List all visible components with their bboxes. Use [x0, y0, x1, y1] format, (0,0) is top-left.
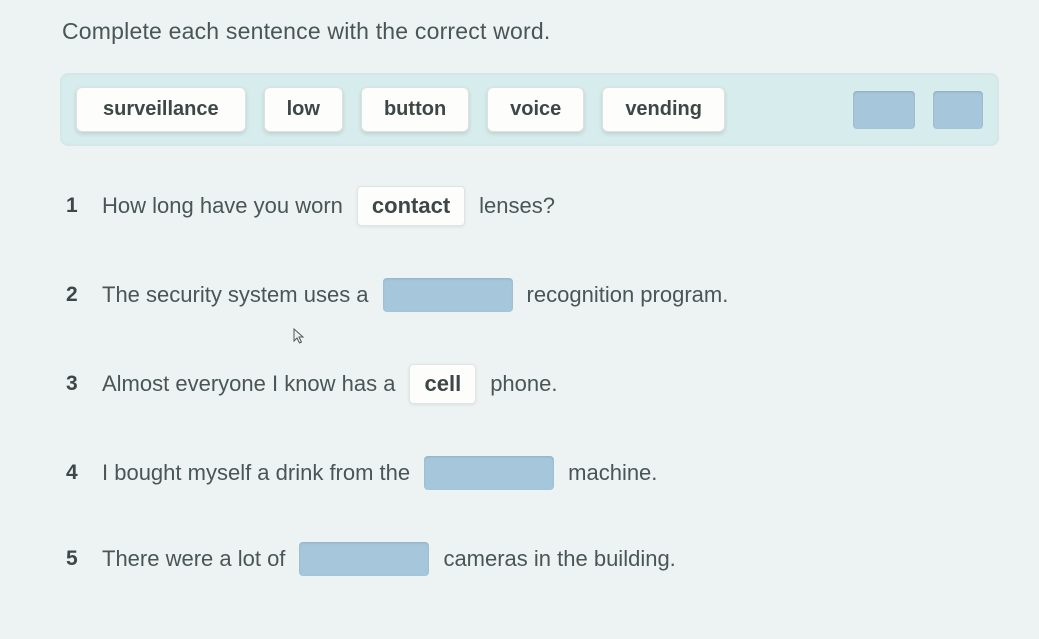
- question-number: 2: [66, 283, 88, 307]
- question-text-after: lenses?: [479, 193, 555, 219]
- answer-filled[interactable]: cell: [409, 364, 476, 404]
- question-text-after: machine.: [568, 460, 657, 486]
- question-list: 1 How long have you worn contact lenses?…: [60, 186, 999, 576]
- answer-blank-dropzone[interactable]: [299, 542, 429, 576]
- word-tile-low[interactable]: low: [264, 87, 343, 132]
- instruction-text: Complete each sentence with the correct …: [62, 18, 999, 45]
- question-number: 1: [66, 194, 88, 218]
- question-row: 3 Almost everyone I know has a cell phon…: [66, 364, 999, 404]
- word-tile-voice[interactable]: voice: [487, 87, 584, 132]
- question-text-after: recognition program.: [527, 282, 729, 308]
- question-text-before: How long have you worn: [102, 193, 343, 219]
- question-number: 4: [66, 461, 88, 485]
- word-tile-vending[interactable]: vending: [602, 87, 725, 132]
- exercise-page: Complete each sentence with the correct …: [0, 0, 1039, 576]
- question-text-after: phone.: [490, 371, 557, 397]
- question-text-before: The security system uses a: [102, 282, 369, 308]
- word-bank: surveillance low button voice vending: [60, 73, 999, 146]
- question-text-before: Almost everyone I know has a: [102, 371, 395, 397]
- word-tile-surveillance[interactable]: surveillance: [76, 87, 246, 132]
- question-text-before: I bought myself a drink from the: [102, 460, 410, 486]
- word-tile-button[interactable]: button: [361, 87, 469, 132]
- question-text-after: cameras in the building.: [443, 546, 675, 572]
- question-text-before: There were a lot of: [102, 546, 285, 572]
- word-bank-empty-slot[interactable]: [853, 91, 915, 129]
- answer-blank-dropzone[interactable]: [383, 278, 513, 312]
- answer-blank-dropzone[interactable]: [424, 456, 554, 490]
- question-row: 4 I bought myself a drink from the machi…: [66, 456, 999, 490]
- question-row: 2 The security system uses a recognition…: [66, 278, 999, 312]
- question-row: 5 There were a lot of cameras in the bui…: [66, 542, 999, 576]
- word-bank-empty-slot[interactable]: [933, 91, 983, 129]
- question-number: 5: [66, 547, 88, 571]
- question-number: 3: [66, 372, 88, 396]
- question-row: 1 How long have you worn contact lenses?: [66, 186, 999, 226]
- answer-filled[interactable]: contact: [357, 186, 465, 226]
